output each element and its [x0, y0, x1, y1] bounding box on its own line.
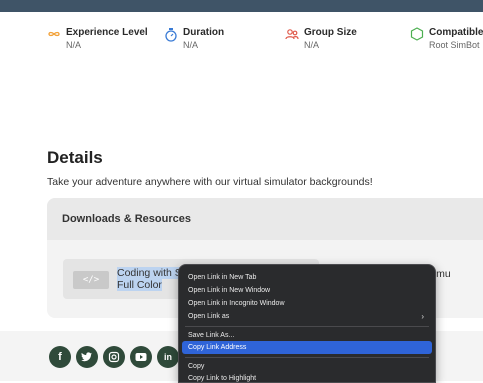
top-banner-strip	[0, 0, 483, 12]
linkedin-icon[interactable]: in	[157, 346, 179, 368]
facebook-glyph: f	[58, 351, 62, 363]
download-item-label[interactable]: Coding with S Full Color	[117, 267, 182, 291]
menu-item-open-new-tab[interactable]: Open Link in New Tab	[182, 271, 432, 284]
instagram-icon[interactable]	[103, 346, 125, 368]
attribute-value: N/A	[304, 40, 320, 50]
menu-item-open-link-as[interactable]: Open Link as ›	[182, 310, 432, 323]
linkedin-glyph: in	[164, 352, 172, 362]
menu-item-open-new-window[interactable]: Open Link in New Window	[182, 284, 432, 297]
attribute-title: Compatible R	[429, 27, 483, 38]
download-item-label-line2[interactable]: Full Color	[117, 279, 162, 291]
hexagon-icon	[410, 27, 424, 41]
group-icon	[285, 27, 299, 41]
menu-item-open-incognito[interactable]: Open Link in Incognito Window	[182, 297, 432, 310]
attribute-title: Duration	[183, 27, 225, 38]
menu-separator	[185, 326, 429, 327]
downloads-title: Downloads & Resources	[62, 213, 191, 225]
infinity-icon	[47, 27, 61, 41]
attribute-title: Group Size	[304, 27, 357, 38]
attribute-value: N/A	[183, 40, 199, 50]
details-heading: Details	[47, 148, 103, 167]
twitter-icon[interactable]	[76, 346, 98, 368]
download-item-label-line1[interactable]: Coding with S	[117, 267, 182, 279]
instagram-glyph	[108, 351, 120, 363]
attribute-value: Root SimBot	[429, 40, 480, 50]
attribute-group-size: Group Size N/A	[285, 27, 357, 51]
twitter-glyph	[81, 352, 92, 362]
menu-item-copy-link-to-highlight[interactable]: Copy Link to Highlight	[182, 372, 432, 382]
youtube-glyph	[135, 353, 147, 361]
facebook-icon[interactable]: f	[49, 346, 71, 368]
attribute-compatible-robot: Compatible R Root SimBot	[410, 27, 483, 51]
context-menu: Open Link in New Tab Open Link in New Wi…	[178, 264, 436, 383]
menu-item-open-link-as-label: Open Link as	[188, 313, 230, 320]
details-description: Take your adventure anywhere with our vi…	[47, 176, 373, 188]
attribute-experience-level: Experience Level N/A	[47, 27, 148, 51]
stopwatch-icon	[164, 27, 178, 42]
menu-item-copy-link-address[interactable]: Copy Link Address	[182, 341, 432, 354]
downloads-panel-header: Downloads & Resources	[47, 198, 483, 240]
attribute-value: N/A	[66, 40, 82, 50]
code-icon: </>	[73, 271, 109, 289]
menu-separator	[185, 357, 429, 358]
attribute-duration: Duration N/A	[164, 27, 224, 51]
chevron-right-icon: ›	[421, 312, 424, 321]
youtube-icon[interactable]	[130, 346, 152, 368]
attribute-title: Experience Level	[66, 27, 148, 38]
